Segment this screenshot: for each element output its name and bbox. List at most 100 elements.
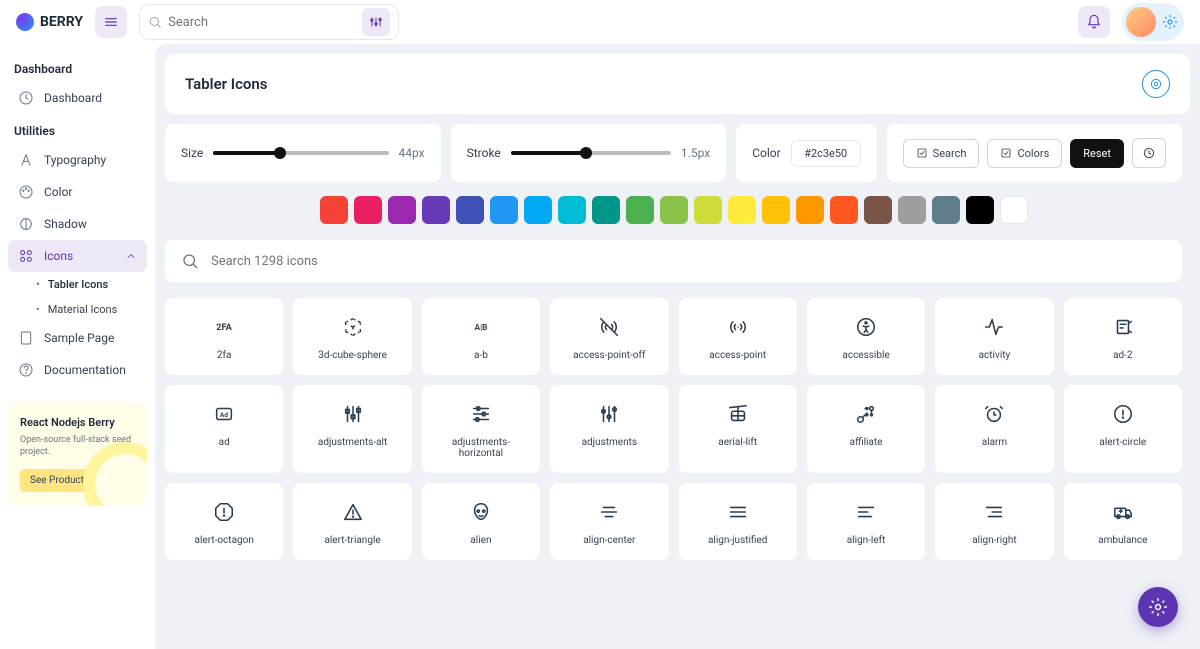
icon-cell[interactable]: A|Ba-b [422, 298, 540, 375]
icon-cell[interactable]: align-center [550, 483, 668, 560]
notifications-button[interactable] [1078, 6, 1110, 38]
color-swatch[interactable] [1000, 196, 1028, 224]
icon-label: aerial-lift [718, 437, 757, 448]
icon-cell[interactable]: adjustments-alt [293, 385, 411, 473]
color-swatch[interactable] [422, 196, 450, 224]
color-hex-input[interactable] [791, 140, 861, 167]
size-slider[interactable] [213, 151, 388, 155]
color-swatch[interactable] [728, 196, 756, 224]
color-swatch[interactable] [320, 196, 348, 224]
icon-cell[interactable]: alert-octagon [165, 483, 283, 560]
sidebar-subitem-tabler-icons[interactable]: Tabler Icons [8, 272, 147, 297]
icon-cell[interactable]: adjustments [550, 385, 668, 473]
icon-label: align-center [583, 535, 635, 546]
icon-label: adjustments-alt [318, 437, 387, 448]
color-swatch[interactable] [830, 196, 858, 224]
color-swatch[interactable] [932, 196, 960, 224]
color-swatch[interactable] [966, 196, 994, 224]
global-search-input[interactable] [168, 15, 356, 30]
icon-search-input[interactable] [211, 254, 1166, 269]
icon-cell[interactable]: access-point [679, 298, 797, 375]
sidebar-item-documentation[interactable]: Documentation [8, 354, 147, 386]
search-icon [148, 15, 162, 29]
color-swatch[interactable] [796, 196, 824, 224]
profile-menu[interactable] [1122, 3, 1184, 41]
color-swatch[interactable] [592, 196, 620, 224]
icon-cell[interactable]: alarm [935, 385, 1053, 473]
color-swatch[interactable] [456, 196, 484, 224]
external-link-button[interactable] [1142, 70, 1170, 98]
icon-cell[interactable]: align-right [935, 483, 1053, 560]
icon-label: 3d-cube-sphere [318, 350, 387, 361]
settings-fab[interactable] [1138, 587, 1178, 627]
icon-label: alien [470, 535, 491, 546]
icon-cell[interactable]: alert-triangle [293, 483, 411, 560]
icon-cell[interactable]: alert-circle [1064, 385, 1182, 473]
affiliate-icon [855, 403, 877, 425]
palette-icon [18, 184, 34, 200]
brand-logo[interactable]: BERRY [16, 13, 83, 31]
sidebar-group-label: Utilities [8, 114, 147, 144]
sidebar-subitem-material-icons[interactable]: Material Icons [8, 297, 147, 322]
icon-cell[interactable]: 3d-cube-sphere [293, 298, 411, 375]
promo-cta-button[interactable]: See Product [20, 469, 94, 492]
sidebar-toggle-button[interactable] [95, 6, 127, 38]
ambulance-icon [1112, 501, 1134, 523]
color-swatch[interactable] [354, 196, 382, 224]
icon-cell[interactable]: aerial-lift [679, 385, 797, 473]
sidebar-item-typography[interactable]: Typography [8, 144, 147, 176]
icon-label: ad [219, 437, 230, 448]
sidebar-item-color[interactable]: Color [8, 176, 147, 208]
size-control: Size 44px [165, 124, 441, 182]
icon-cell[interactable]: affiliate [807, 385, 925, 473]
icon-cell[interactable]: ambulance [1064, 483, 1182, 560]
icon-cell[interactable]: align-left [807, 483, 925, 560]
align-justified-icon [727, 501, 749, 523]
icon-label: 2fa [217, 350, 232, 361]
apps-icon [18, 248, 34, 264]
color-swatch[interactable] [660, 196, 688, 224]
promo-card: React Nodejs Berry Open-source full-stac… [8, 402, 147, 506]
colors-toggle-button[interactable]: Colors [987, 139, 1062, 168]
icon-cell[interactable]: 2FA2fa [165, 298, 283, 375]
color-swatch[interactable] [558, 196, 586, 224]
icon-cell[interactable]: adjustments-horizontal [422, 385, 540, 473]
icon-cell[interactable]: ad-2 [1064, 298, 1182, 375]
icon-search[interactable] [165, 240, 1182, 282]
icon-cell[interactable]: align-justified [679, 483, 797, 560]
sidebar-item-sample-page[interactable]: Sample Page [8, 322, 147, 354]
search-toggle-button[interactable]: Search [903, 139, 980, 168]
history-button[interactable] [1132, 138, 1166, 168]
icon-label: adjustments-horizontal [430, 437, 532, 459]
stroke-slider[interactable] [511, 151, 671, 155]
sidebar: Dashboard Dashboard Utilities Typography… [0, 44, 155, 649]
icon-cell[interactable]: activity [935, 298, 1053, 375]
sidebar-item-dashboard[interactable]: Dashboard [8, 82, 147, 114]
reset-button[interactable]: Reset [1070, 139, 1124, 168]
icon-cell[interactable]: accessible [807, 298, 925, 375]
brand-logo-mark [16, 13, 34, 31]
icon-label: alert-circle [1099, 437, 1146, 448]
color-swatch[interactable] [626, 196, 654, 224]
icon-cell[interactable]: Adad [165, 385, 283, 473]
sidebar-item-shadow[interactable]: Shadow [8, 208, 147, 240]
color-swatch[interactable] [490, 196, 518, 224]
color-swatch[interactable] [524, 196, 552, 224]
color-swatch[interactable] [388, 196, 416, 224]
icon-cell[interactable]: alien [422, 483, 540, 560]
search-filters-button[interactable] [362, 8, 390, 36]
color-swatch[interactable] [762, 196, 790, 224]
color-swatches [165, 196, 1182, 224]
color-swatch[interactable] [898, 196, 926, 224]
icon-label: accessible [842, 350, 889, 361]
typography-icon [18, 152, 34, 168]
svg-text:A|B: A|B [474, 323, 487, 333]
page-header: Tabler Icons [165, 54, 1190, 114]
help-icon [18, 362, 34, 378]
sidebar-item-icons[interactable]: Icons [8, 240, 147, 272]
align-left-icon [855, 501, 877, 523]
color-swatch[interactable] [864, 196, 892, 224]
icon-cell[interactable]: access-point-off [550, 298, 668, 375]
global-search[interactable] [139, 4, 399, 40]
color-swatch[interactable] [694, 196, 722, 224]
